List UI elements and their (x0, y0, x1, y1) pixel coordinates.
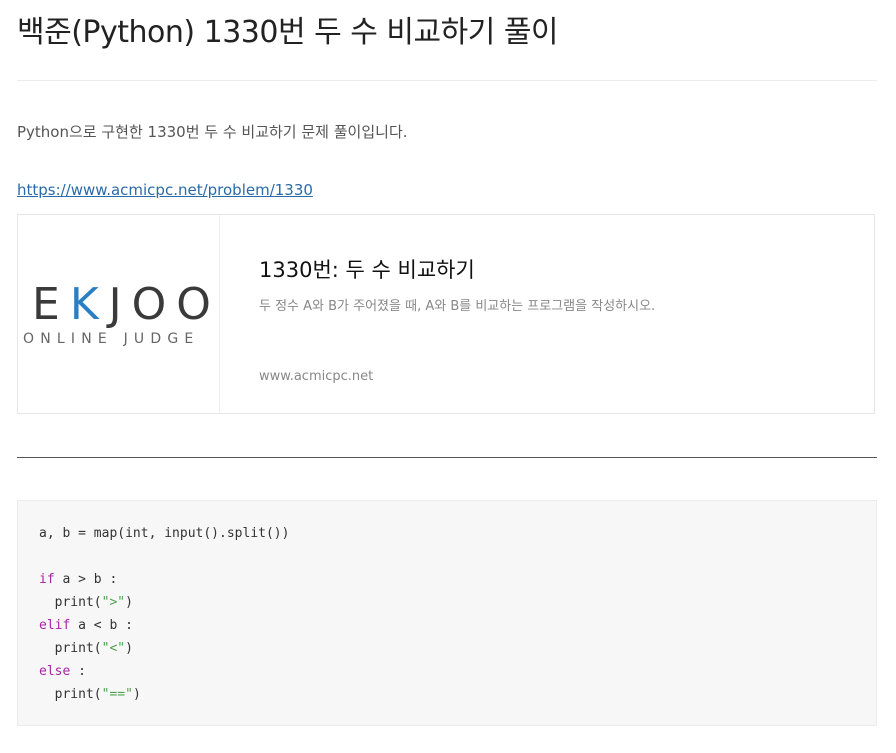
code-keyword-else: else (39, 664, 71, 679)
code-block: a, b = map(int, input().split()) if a > … (17, 500, 877, 726)
problem-link[interactable]: https://www.acmicpc.net/problem/1330 (17, 179, 313, 201)
code-string: "==" (101, 687, 133, 702)
post-title: 백준(Python) 1330번 두 수 비교하기 풀이 (17, 15, 559, 50)
card-description: 두 정수 A와 B가 주어졌을 때, A와 B를 비교하는 프로그램을 작성하시… (259, 299, 656, 314)
card-domain: www.acmicpc.net (259, 369, 374, 384)
code-keyword-elif: elif (39, 618, 71, 633)
code-line-1: a, b = map(int, input().split()) (39, 526, 290, 541)
code-keyword-if: if (39, 572, 55, 587)
baekjoon-logo: EKJOO ONLINE JUDGE (18, 215, 220, 413)
card-title: 1330번: 두 수 비교하기 (259, 258, 475, 282)
code-string: "<" (101, 641, 126, 656)
code-content: a, b = map(int, input().split()) if a > … (39, 526, 290, 702)
section-divider (17, 457, 877, 458)
post-intro: Python으로 구현한 1330번 두 수 비교하기 문제 풀이입니다. (17, 123, 408, 141)
logo-tagline: ONLINE JUDGE (23, 331, 200, 347)
link-preview-card[interactable]: EKJOO ONLINE JUDGE 1330번: 두 수 비교하기 두 정수 … (17, 214, 875, 414)
logo-wordmark: EKJOO (32, 279, 220, 330)
title-divider (17, 80, 877, 81)
code-string: ">" (101, 595, 126, 610)
